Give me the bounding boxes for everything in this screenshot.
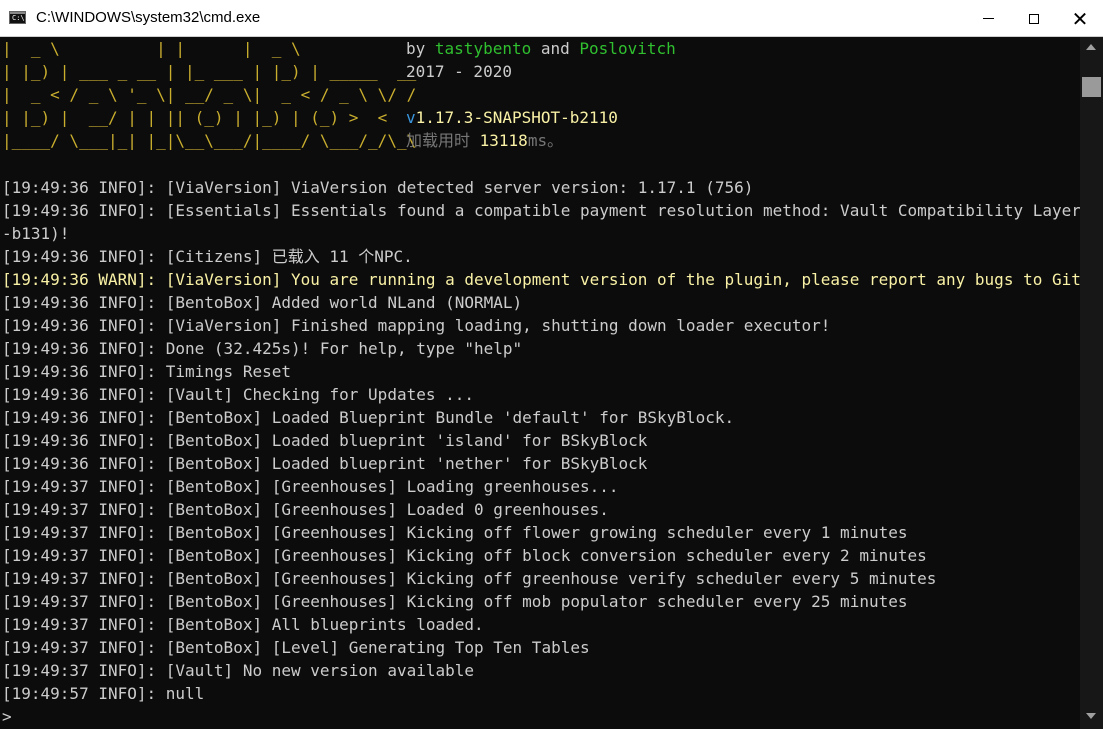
version-number: 1.17.3-SNAPSHOT-b2110 xyxy=(415,108,618,127)
maximize-icon xyxy=(1029,13,1039,24)
title-bar[interactable]: C:\ C:\WINDOWS\system32\cmd.exe ✕ xyxy=(0,0,1103,37)
log-line: [19:49:37 INFO]: [BentoBox] [Greenhouses… xyxy=(2,592,908,611)
author-poslovitch: Poslovitch xyxy=(579,39,676,58)
cmd-window: C:\ C:\WINDOWS\system32\cmd.exe ✕ | _ \ … xyxy=(0,0,1103,729)
log-line: [19:49:36 INFO]: [Essentials] Essentials… xyxy=(2,201,1080,220)
log-line: [19:49:37 INFO]: [BentoBox] [Greenhouses… xyxy=(2,569,937,588)
author-tastybento: tastybento xyxy=(434,39,532,58)
scroll-down-arrow-icon[interactable] xyxy=(1086,713,1096,719)
log-line: [19:49:36 INFO]: [BentoBox] Loaded Bluep… xyxy=(2,408,735,427)
log-line: [19:49:36 INFO]: Timings Reset xyxy=(2,362,291,381)
log-line: [19:49:36 INFO]: [BentoBox] Added world … xyxy=(2,293,523,312)
cmd-icon-label: C:\ xyxy=(12,14,25,22)
log-line: [19:49:57 INFO]: null xyxy=(2,684,205,703)
log-line: [19:49:37 INFO]: [BentoBox] [Greenhouses… xyxy=(2,477,619,496)
log-line: [19:49:37 INFO]: [BentoBox] [Level] Gene… xyxy=(2,638,590,657)
banner-art-line: | |_) | __/ | | || (_) | |_) | (_) > < xyxy=(2,108,388,127)
log-line: [19:49:36 INFO]: [BentoBox] Loaded bluep… xyxy=(2,454,648,473)
and-label: and xyxy=(531,39,580,58)
load-time-value: 13118 xyxy=(479,131,528,150)
banner-art-line: | _ < / _ \ '_ \| __/ _ \| _ < / _ \ \/ … xyxy=(2,85,417,104)
scroll-up-arrow-icon[interactable] xyxy=(1086,44,1096,50)
log-line: [19:49:37 INFO]: [BentoBox] [Greenhouses… xyxy=(2,523,908,542)
log-line: [19:49:36 INFO]: [ViaVersion] Finished m… xyxy=(2,316,831,335)
banner-art-line: | |_) | ___ _ __ | |_ ___ | |_) | _____ … xyxy=(2,62,417,81)
banner-version: v1.17.3-SNAPSHOT-b2110 xyxy=(406,106,618,129)
log-line: [19:49:37 INFO]: [BentoBox] All blueprin… xyxy=(2,615,484,634)
maximize-button[interactable] xyxy=(1011,0,1057,37)
banner-authors: by tastybento and Poslovitch xyxy=(406,37,676,60)
vertical-scrollbar[interactable] xyxy=(1080,37,1103,729)
load-time-label: 加载用时 xyxy=(406,131,480,150)
log-line-warn: [19:49:36 WARN]: [ViaVersion] You are ru… xyxy=(2,270,1080,289)
log-line: [19:49:36 INFO]: Done (32.425s)! For hel… xyxy=(2,339,523,358)
log-line: [19:49:36 INFO]: [Vault] Checking for Up… xyxy=(2,385,475,404)
log-line: [19:49:36 INFO]: [ViaVersion] ViaVersion… xyxy=(2,178,754,197)
version-prefix: v xyxy=(406,108,416,127)
banner-art-line: |____/ \___|_| |_|\__\___/|____/ \___/_/… xyxy=(2,131,417,150)
banner-years: 2017 - 2020 xyxy=(406,62,512,81)
cmd-app-icon[interactable]: C:\ xyxy=(9,11,26,24)
window-title: C:\WINDOWS\system32\cmd.exe xyxy=(36,9,261,26)
log-line: [19:49:37 INFO]: [BentoBox] [Greenhouses… xyxy=(2,546,927,565)
close-button[interactable]: ✕ xyxy=(1057,0,1103,37)
scroll-thumb[interactable] xyxy=(1082,77,1101,97)
log-line: [19:49:37 INFO]: [Vault] No new version … xyxy=(2,661,475,680)
minimize-button[interactable] xyxy=(965,0,1011,37)
command-prompt[interactable]: > xyxy=(2,705,12,728)
close-icon: ✕ xyxy=(1071,6,1089,31)
log-line: [19:49:36 INFO]: [BentoBox] Loaded bluep… xyxy=(2,431,648,450)
log-line: -b131)! xyxy=(2,224,70,243)
banner-load-time: 加载用时 13118ms。 xyxy=(406,129,563,152)
banner-art-line: | _ \ | | | _ \ xyxy=(2,39,301,58)
console-output[interactable]: | _ \ | | | _ \ | |_) | ___ _ __ | |_ __… xyxy=(0,37,1080,729)
by-label: by xyxy=(406,39,435,58)
load-time-unit: ms。 xyxy=(527,131,564,150)
minimize-icon xyxy=(982,18,994,19)
log-line: [19:49:37 INFO]: [BentoBox] [Greenhouses… xyxy=(2,500,609,519)
log-line: [19:49:36 INFO]: [Citizens] 已载入 11 个NPC. xyxy=(2,247,413,266)
